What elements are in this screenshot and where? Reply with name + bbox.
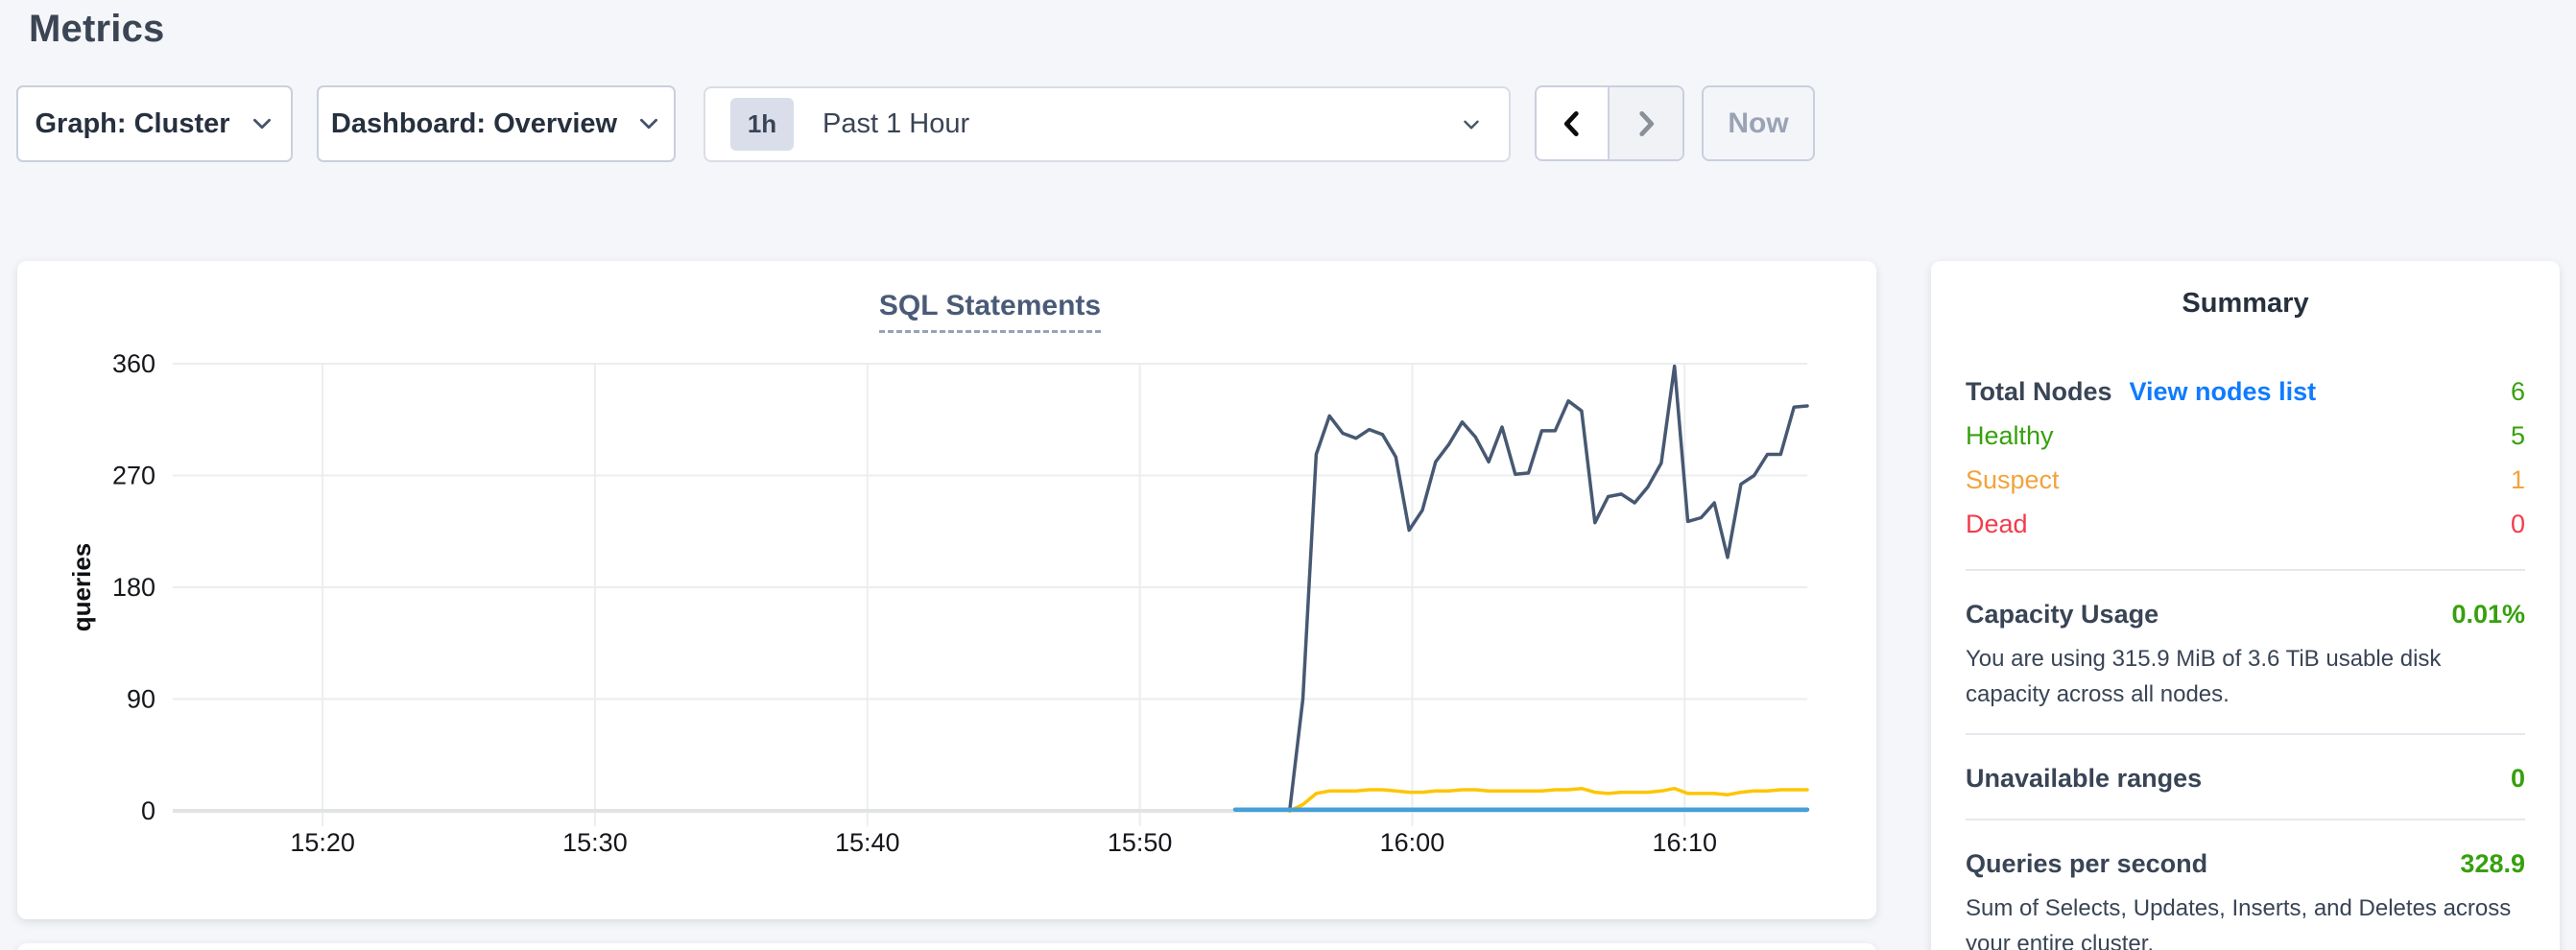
time-range-badge: 1h [730, 98, 794, 151]
chevron-down-icon [1459, 112, 1484, 137]
y-tick-label: 0 [141, 796, 155, 825]
capacity-usage-value: 0.01% [2451, 600, 2525, 629]
dashboard-dropdown[interactable]: Dashboard: Overview [317, 85, 676, 162]
previous-time-window-button[interactable] [1537, 87, 1610, 159]
dead-nodes-label: Dead [1966, 510, 2028, 539]
total-nodes-value: 6 [2511, 377, 2525, 407]
queries-per-second-label: Queries per second [1966, 849, 2207, 879]
x-tick-label: 16:00 [1380, 828, 1445, 857]
queries-per-second-description: Sum of Selects, Updates, Inserts, and De… [1966, 891, 2525, 950]
series-dark-blue-line [1290, 367, 1807, 811]
graph-scope-dropdown-label: Graph: Cluster [35, 108, 229, 140]
sql-statements-chart-plot[interactable]: 15:20 15:30 15:40 15:50 16:00 16:10 0 90 180 270 3… [17, 261, 1876, 919]
time-range-label: Past 1 Hour [823, 108, 969, 140]
y-tick-label: 180 [112, 573, 155, 602]
time-range-selector[interactable]: 1h Past 1 Hour [704, 86, 1511, 162]
x-tick-label: 15:30 [562, 828, 628, 857]
x-tick-label: 15:20 [290, 828, 355, 857]
chevron-right-icon [1630, 107, 1662, 140]
healthy-nodes-value: 5 [2511, 421, 2525, 451]
suspect-nodes-value: 1 [2511, 465, 2525, 495]
x-tick-label: 15:50 [1108, 828, 1173, 857]
x-tick-label: 15:40 [835, 828, 900, 857]
unavailable-ranges-label: Unavailable ranges [1966, 764, 2202, 794]
dead-nodes-value: 0 [2511, 510, 2525, 539]
metrics-page: { "page": { "title": "Metrics" }, "contr… [0, 0, 2576, 950]
capacity-usage-label: Capacity Usage [1966, 600, 2159, 629]
next-chart-card-partial [17, 943, 1876, 950]
sql-statements-chart-card: SQL Statements 15:2015:3015:4015:5016:00… [17, 261, 1876, 919]
divider [1966, 733, 2525, 735]
time-step-buttons [1535, 85, 1684, 161]
total-nodes-row: Total Nodes View nodes list 6 [1966, 377, 2525, 421]
unavailable-ranges-value: 0 [2511, 764, 2525, 794]
node-status-rows: Total Nodes View nodes list 6 Healthy 5 … [1966, 377, 2525, 554]
chevron-left-icon [1556, 107, 1588, 140]
queries-per-second-section: Queries per second 328.9 Sum of Selects,… [1966, 849, 2525, 950]
y-tick-label: 270 [112, 462, 155, 490]
capacity-usage-section: Capacity Usage 0.01% You are using 315.9… [1966, 600, 2525, 712]
page-title: Metrics [29, 8, 164, 51]
next-time-window-button[interactable] [1610, 87, 1682, 159]
dead-nodes-row: Dead 0 [1966, 510, 2525, 554]
healthy-nodes-label: Healthy [1966, 421, 2054, 451]
now-button[interactable]: Now [1702, 85, 1815, 161]
y-axis-label: queries [67, 543, 96, 632]
x-tick-label: 16:10 [1652, 828, 1717, 857]
chevron-down-icon [636, 111, 661, 136]
suspect-nodes-label: Suspect [1966, 465, 2060, 495]
queries-per-second-value: 328.9 [2460, 849, 2525, 879]
suspect-nodes-row: Suspect 1 [1966, 465, 2525, 510]
summary-title: Summary [1966, 288, 2525, 320]
view-nodes-list-link[interactable]: View nodes list [2130, 377, 2317, 407]
summary-panel: Summary Total Nodes View nodes list 6 He… [1931, 261, 2560, 950]
graph-scope-dropdown[interactable]: Graph: Cluster [16, 85, 293, 162]
divider [1966, 819, 2525, 820]
healthy-nodes-row: Healthy 5 [1966, 421, 2525, 465]
chevron-down-icon [250, 111, 274, 136]
total-nodes-label: Total Nodes [1966, 377, 2112, 407]
y-tick-label: 360 [112, 349, 155, 378]
dashboard-dropdown-label: Dashboard: Overview [331, 108, 617, 140]
divider [1966, 569, 2525, 571]
y-tick-label: 90 [127, 685, 155, 714]
unavailable-ranges-section: Unavailable ranges 0 [1966, 764, 2525, 794]
capacity-usage-description: You are using 315.9 MiB of 3.6 TiB usabl… [1966, 641, 2525, 712]
